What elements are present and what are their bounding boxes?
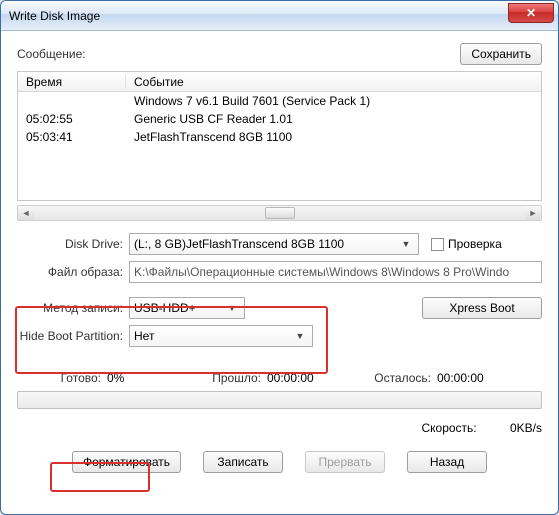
log-event: Windows 7 v6.1 Build 7601 (Service Pack … [126,94,541,108]
hide-boot-label: Hide Boot Partition: [17,329,129,343]
percent-value: 0% [107,371,197,385]
format-button[interactable]: Форматировать [72,451,181,473]
titlebar: Write Disk Image ✕ [1,1,558,31]
image-file-value: K:\Файлы\Операционные системы\Windows 8\… [134,265,509,279]
close-icon: ✕ [526,6,536,20]
back-button[interactable]: Назад [407,451,487,473]
disk-drive-label: Disk Drive: [17,237,129,251]
verify-checkbox[interactable] [431,238,444,251]
elapsed-label: Прошло: [197,371,267,385]
log-hscrollbar[interactable]: ◄ ► [17,205,542,221]
write-method-value: USB-HDD+ [134,301,224,315]
speed-value: 0KB/s [510,421,542,435]
window-title: Write Disk Image [9,9,508,23]
elapsed-value: 00:00:00 [267,371,357,385]
image-file-field[interactable]: K:\Файлы\Операционные системы\Windows 8\… [129,261,542,283]
scroll-thumb[interactable] [265,207,295,219]
save-button-label: Сохранить [471,47,531,61]
write-method-combo[interactable]: USB-HDD+ ▼ [129,297,245,319]
ready-label: Готово: [17,371,107,385]
log-body: Windows 7 v6.1 Build 7601 (Service Pack … [18,92,541,200]
log-event: JetFlashTranscend 8GB 1100 [126,130,541,144]
disk-drive-value: (L:, 8 GB)JetFlashTranscend 8GB 1100 [134,237,398,251]
log-row: 05:02:55 Generic USB CF Reader 1.01 [18,110,541,128]
log-row: 05:03:41 JetFlashTranscend 8GB 1100 [18,128,541,146]
write-button-label: Записать [217,455,268,469]
log-time: 05:02:55 [18,112,126,126]
log-time: 05:03:41 [18,130,126,144]
verify-label: Проверка [448,237,502,251]
message-label: Сообщение: [17,47,86,61]
abort-button: Прервать [305,451,385,473]
write-method-label: Метод записи: [17,301,129,315]
chevron-down-icon: ▼ [398,234,414,254]
hide-boot-combo[interactable]: Нет ▼ [129,325,313,347]
scroll-left-icon[interactable]: ◄ [18,206,34,220]
xpress-boot-label: Xpress Boot [449,301,514,315]
format-button-label: Форматировать [83,455,170,469]
save-button[interactable]: Сохранить [460,43,542,65]
progress-bar [17,391,542,409]
chevron-down-icon: ▼ [292,326,308,346]
col-header-time[interactable]: Время [18,75,126,89]
xpress-boot-button[interactable]: Xpress Boot [422,297,542,319]
remaining-value: 00:00:00 [437,371,507,385]
write-button[interactable]: Записать [203,451,283,473]
log-header: Время Событие [18,72,541,92]
chevron-down-icon: ▼ [224,298,240,318]
hide-boot-value: Нет [134,329,292,343]
log-time [18,94,126,108]
remaining-label: Осталось: [357,371,437,385]
speed-label: Скорость: [421,421,476,435]
col-header-event[interactable]: Событие [126,75,541,89]
abort-button-label: Прервать [319,455,372,469]
scroll-right-icon[interactable]: ► [525,206,541,220]
message-log: Время Событие Windows 7 v6.1 Build 7601 … [17,71,542,201]
image-file-label: Файл образа: [17,265,129,279]
log-row: Windows 7 v6.1 Build 7601 (Service Pack … [18,92,541,110]
write-disk-image-window: Write Disk Image ✕ Сообщение: Сохранить … [0,0,559,515]
disk-drive-combo[interactable]: (L:, 8 GB)JetFlashTranscend 8GB 1100 ▼ [129,233,419,255]
back-button-label: Назад [430,455,464,469]
log-event: Generic USB CF Reader 1.01 [126,112,541,126]
close-button[interactable]: ✕ [508,3,554,23]
